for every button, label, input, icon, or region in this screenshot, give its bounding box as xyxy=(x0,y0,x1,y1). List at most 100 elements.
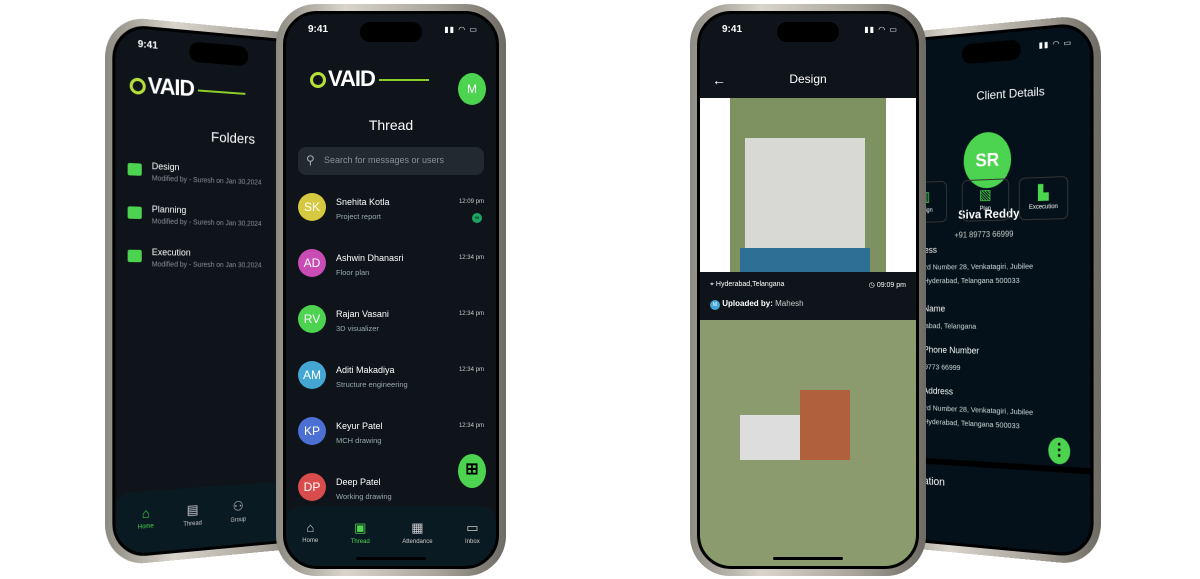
chat-avatar: SK xyxy=(298,193,326,221)
time-text: 09:09 pm xyxy=(877,282,906,289)
folder-item[interactable]: Execution Modified by - Suresh on Jan 30,… xyxy=(128,247,262,270)
status-time: 9:41 xyxy=(722,24,742,35)
chat-list-item[interactable]: RV Rajan Vasani 3D visualizer 12:34 pm xyxy=(298,303,484,343)
chat-list-item[interactable]: KP Keyur Patel MCH drawing 12:34 pm xyxy=(298,415,484,455)
card-label: Plan xyxy=(980,206,991,212)
design-plan-image-2[interactable] xyxy=(700,320,916,566)
folder-name: Design xyxy=(152,161,262,176)
design-screen: 9:41 ▮▮ ◠ ▭ ← Design ⌖ Hyderabad,Telanga… xyxy=(697,11,919,569)
uploaded-label: Uploaded by: xyxy=(722,299,773,308)
chat-time: 12:09 pm xyxy=(459,199,484,205)
more-options-button[interactable]: ⋮ xyxy=(1048,437,1070,465)
folder-meta: Modified by - Suresh on Jan 30,2024 xyxy=(152,261,262,269)
uploader-name: Mahesh xyxy=(775,299,803,308)
chat-list-item[interactable]: DP Deep Patel Working drawing xyxy=(298,471,484,511)
chat-name: Aditi Makadiya xyxy=(336,365,408,375)
field-value: 15a, Rd Number 28, Venkatagiri, Jubilee … xyxy=(907,259,1038,288)
chat-avatar: AD xyxy=(298,249,326,277)
dynamic-island xyxy=(777,22,839,42)
chat-message: Floor plan xyxy=(336,268,404,277)
chat-time: 12:34 pm xyxy=(459,255,484,261)
nav-label: Inbox xyxy=(465,539,480,545)
folder-name: Execution xyxy=(152,247,262,259)
inbox-icon: ▭ xyxy=(465,520,480,536)
design-plan-image[interactable] xyxy=(700,98,916,272)
chat-list-item[interactable]: SK Snehita Kotla Project report 12:09 pm … xyxy=(298,191,484,231)
design-info-bar: ⌖ Hyderabad,Telangana ◷ 09:09 pm M Uploa… xyxy=(700,272,916,320)
chat-list-item[interactable]: AM Aditi Makadiya Structure engineering 1… xyxy=(298,359,484,399)
nav-home[interactable]: ⌂ Home xyxy=(138,505,154,554)
thread-icon: ▤ xyxy=(183,501,201,519)
user-avatar[interactable]: M xyxy=(458,73,486,105)
chat-message: MCH drawing xyxy=(336,436,383,445)
chat-name: Deep Patel xyxy=(336,477,392,487)
signal-wifi-battery-icon: ▮▮ ◠ ▭ xyxy=(444,25,478,34)
home-icon: ⌂ xyxy=(138,505,154,522)
chat-name: Snehita Kotla xyxy=(336,197,390,207)
chat-avatar: AM xyxy=(298,361,326,389)
nav-label: Thread xyxy=(183,520,201,528)
chat-avatar: RV xyxy=(298,305,326,333)
field-value: 15a, Rd Number 28, Venkatagiri, Jubilee … xyxy=(907,401,1038,435)
chat-time: 12:34 pm xyxy=(459,423,484,429)
calendar-icon: ▦ xyxy=(402,520,432,536)
plan-icon: ▧ xyxy=(963,185,1008,204)
dynamic-island xyxy=(962,39,1021,64)
search-input[interactable]: ⚲ Search for messages or users xyxy=(298,147,484,175)
signal-wifi-battery-icon: ▮▮ ◠ ▭ xyxy=(1039,38,1073,50)
home-indicator xyxy=(773,557,843,560)
home-icon: ⌂ xyxy=(302,520,318,535)
nav-home[interactable]: ⌂ Home xyxy=(302,520,318,566)
nav-label: Attendance xyxy=(402,539,432,545)
chat-message: 3D visualizer xyxy=(336,324,389,333)
folder-icon xyxy=(128,163,142,176)
folder-name: Planning xyxy=(152,204,262,217)
search-icon: ⚲ xyxy=(306,153,315,167)
dynamic-island xyxy=(189,41,248,66)
nav-group[interactable]: ⚇ Group xyxy=(230,498,246,545)
new-chat-button[interactable]: ⊞ xyxy=(458,454,486,488)
chat-name: Ashwin Dhanasri xyxy=(336,253,404,263)
nav-inbox[interactable]: ▭ Inbox xyxy=(465,520,480,566)
card-plan[interactable]: ▧ Plan xyxy=(962,178,1009,221)
uploader-avatar: M xyxy=(710,300,720,310)
card-label: Excecution xyxy=(1029,204,1058,211)
chat-avatar: KP xyxy=(298,417,326,445)
chat-list-item[interactable]: AD Ashwin Dhanasri Floor plan 12:34 pm xyxy=(298,247,484,287)
nav-label: Home xyxy=(138,523,154,530)
page-title: Design xyxy=(700,72,916,86)
status-time: 9:41 xyxy=(308,24,328,35)
location-pin-icon: ⌖ xyxy=(710,281,714,288)
chat-message: Working drawing xyxy=(336,492,392,501)
page-title: Thread xyxy=(286,117,496,133)
search-placeholder: Search for messages or users xyxy=(324,155,444,165)
nav-thread[interactable]: ▤ Thread xyxy=(183,501,201,549)
status-time: 9:41 xyxy=(138,39,158,52)
nav-label: Thread xyxy=(351,539,370,545)
chat-time: 12:34 pm xyxy=(459,367,484,373)
group-icon: ⚇ xyxy=(230,498,246,515)
chat-name: Rajan Vasani xyxy=(336,309,389,319)
card-execution[interactable]: ▙ Excecution xyxy=(1019,176,1068,220)
phone-thread: 9:41 ▮▮ ◠ ▭ VAID M Thread ⚲ Search for me… xyxy=(276,4,506,576)
uploaded-by: M Uploaded by: Mahesh xyxy=(710,299,906,310)
folder-meta: Modified by - Suresh on Jan 30,2024 xyxy=(152,175,262,186)
thread-screen: 9:41 ▮▮ ◠ ▭ VAID M Thread ⚲ Search for me… xyxy=(283,11,499,569)
unread-badge: 99 xyxy=(472,213,482,223)
clock-icon: ◷ xyxy=(869,282,875,289)
folder-icon xyxy=(128,250,142,263)
nav-label: Group xyxy=(230,517,246,524)
folder-item[interactable]: Planning Modified by - Suresh on Jan 30,2… xyxy=(128,203,262,228)
chat-avatar: DP xyxy=(298,473,326,501)
folder-icon xyxy=(128,206,142,219)
nav-label: Home xyxy=(302,538,318,544)
dynamic-island xyxy=(360,22,422,42)
upload-time: ◷ 09:09 pm xyxy=(869,281,906,289)
thread-icon: ▣ xyxy=(351,520,370,536)
chat-time: 12:34 pm xyxy=(459,311,484,317)
signal-wifi-battery-icon: ▮▮ ◠ ▭ xyxy=(864,25,898,34)
home-indicator xyxy=(356,557,426,560)
folder-item[interactable]: Design Modified by - Suresh on Jan 30,202… xyxy=(128,160,262,187)
chat-message: Structure engineering xyxy=(336,380,408,389)
page-title: Client Details xyxy=(898,81,1090,109)
